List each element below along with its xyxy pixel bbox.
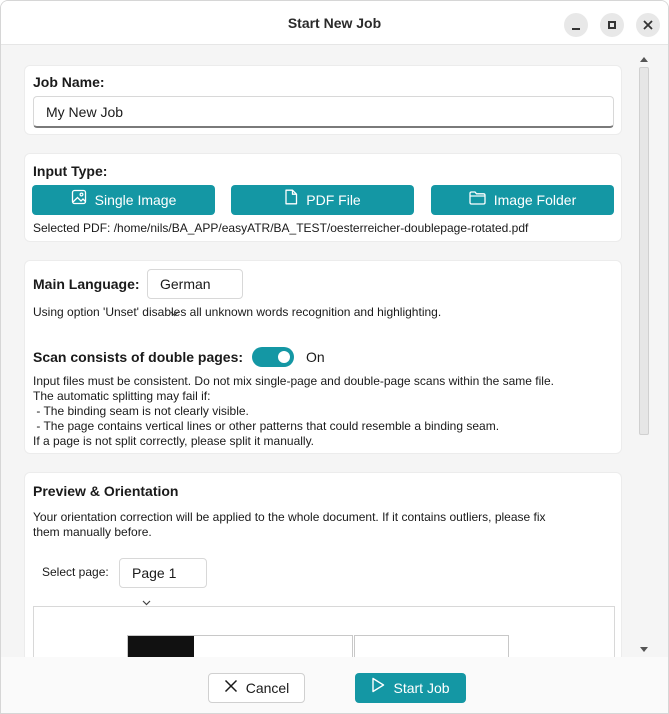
double-pages-info-1: Input files must be consistent. Do not m… (33, 374, 554, 388)
language-selected-value: German (160, 276, 211, 292)
scroll-down-icon[interactable] (638, 643, 650, 655)
minimize-button[interactable] (564, 13, 588, 37)
language-section: Main Language: German Using option 'Unse… (24, 260, 622, 454)
start-job-label: Start Job (393, 680, 450, 696)
single-image-button[interactable]: Single Image (32, 185, 215, 215)
folder-icon (469, 185, 486, 215)
scroll-up-icon[interactable] (638, 53, 650, 65)
double-pages-info-2: The automatic splitting may fail if: (33, 389, 211, 403)
start-job-button[interactable]: Start Job (355, 673, 466, 703)
input-type-label: Input Type: (33, 163, 108, 179)
play-icon (371, 673, 385, 703)
page-selected-value: Page 1 (132, 565, 177, 581)
toggle-state-label: On (306, 349, 325, 365)
title-bar: Start New Job (1, 1, 668, 45)
dialog-footer: Cancel Start Job (1, 657, 668, 713)
language-hint: Using option 'Unset' disables all unknow… (33, 305, 442, 319)
selected-pdf-text: Selected PDF: /home/nils/BA_APP/easyATR/… (33, 221, 529, 235)
job-name-label: Job Name: (33, 74, 105, 90)
double-pages-info-5: If a page is not split correctly, please… (33, 434, 315, 448)
pdf-file-label: PDF File (306, 192, 361, 208)
close-icon (643, 20, 653, 30)
scrollbar-thumb[interactable] (639, 67, 649, 435)
double-pages-label: Scan consists of double pages: (33, 349, 244, 365)
preview-info-line-2: them manually before. (33, 525, 152, 539)
maximize-button[interactable] (600, 13, 624, 37)
pdf-file-button[interactable]: PDF File (231, 185, 414, 215)
page-select[interactable]: Page 1 (119, 558, 207, 606)
page-preview (33, 606, 615, 663)
preview-info-line-1: Your orientation correction will be appl… (33, 510, 546, 524)
double-pages-info-4: - The page contains vertical lines or ot… (33, 419, 500, 433)
image-icon (71, 185, 87, 215)
close-button[interactable] (636, 13, 660, 37)
start-new-job-window: Start New Job Job Name: Input Type: Sing… (0, 0, 669, 714)
file-icon (284, 185, 298, 215)
scrollbar-track[interactable] (639, 67, 649, 641)
language-select[interactable]: German (147, 269, 243, 317)
vertical-scrollbar[interactable] (637, 53, 651, 655)
job-name-section: Job Name: (24, 65, 622, 135)
preview-title: Preview & Orientation (33, 483, 179, 499)
input-type-section: Input Type: Single Image PDF File Image … (24, 153, 622, 242)
dialog-content: Job Name: Input Type: Single Image PDF F… (1, 45, 668, 663)
image-folder-label: Image Folder (493, 192, 577, 208)
toggle-knob (278, 351, 290, 363)
double-pages-info-3: - The binding seam is not clearly visibl… (33, 404, 249, 418)
job-name-input[interactable] (33, 96, 614, 128)
cancel-button[interactable]: Cancel (208, 673, 305, 703)
preview-section: Preview & Orientation Your orientation c… (24, 472, 622, 663)
image-folder-button[interactable]: Image Folder (431, 185, 614, 215)
x-icon (224, 674, 238, 702)
select-page-label: Select page: (42, 565, 109, 579)
single-image-label: Single Image (94, 192, 177, 208)
main-language-label: Main Language: (33, 276, 140, 292)
double-pages-toggle[interactable] (252, 347, 294, 367)
cancel-label: Cancel (245, 680, 290, 696)
